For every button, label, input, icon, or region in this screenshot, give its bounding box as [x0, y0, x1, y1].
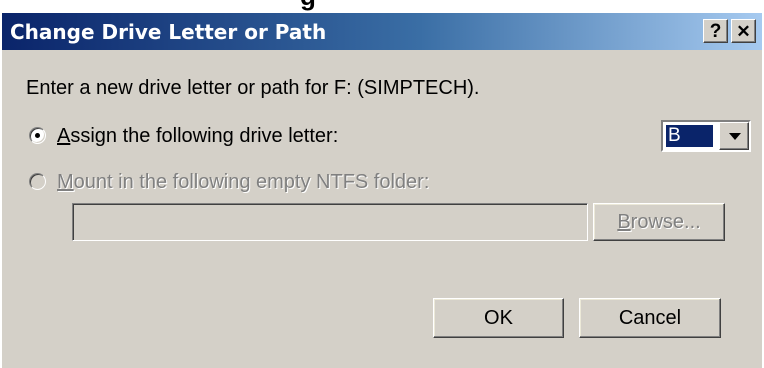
assign-letter-accel: A — [57, 125, 71, 147]
ok-label: OK — [484, 307, 513, 329]
close-button[interactable]: ✕ — [731, 19, 756, 43]
cancel-button[interactable]: Cancel — [579, 298, 721, 338]
assign-letter-label[interactable]: Assign the following drive letter: — [57, 125, 338, 148]
folder-path-input[interactable] — [72, 203, 588, 241]
assign-letter-radio[interactable] — [29, 127, 46, 144]
prompt-text: Enter a new drive letter or path for F: … — [26, 77, 480, 99]
browse-button[interactable]: Browse... — [593, 203, 725, 241]
drive-letter-combobox[interactable]: B — [661, 120, 751, 152]
drive-letter-value: B — [665, 124, 714, 148]
mount-folder-radio[interactable] — [29, 173, 46, 190]
cancel-label: Cancel — [618, 307, 682, 329]
title-bar[interactable]: Change Drive Letter or Path ? ✕ — [2, 13, 762, 50]
help-button[interactable]: ? — [703, 19, 728, 43]
window-title: Change Drive Letter or Path — [10, 20, 327, 44]
assign-letter-label-text: ssign the following drive letter: — [70, 125, 339, 147]
dropdown-button[interactable] — [719, 122, 749, 150]
chevron-down-icon — [729, 133, 741, 140]
dialog-window: Change Drive Letter or Path ? ✕ Enter a … — [2, 13, 762, 368]
help-icon: ? — [709, 21, 722, 42]
mount-folder-accel: M — [57, 171, 74, 193]
mount-folder-label-text: ount in the following empty NTFS folder: — [73, 171, 430, 193]
close-icon: ✕ — [736, 22, 751, 41]
mount-folder-label[interactable]: Mount in the following empty NTFS folder… — [57, 171, 429, 194]
radio-selected-dot — [35, 133, 40, 138]
cropped-title-fragment: g — [300, 0, 316, 12]
browse-label: rowse... — [630, 211, 701, 233]
ok-button[interactable]: OK — [433, 298, 564, 338]
browse-accel: B — [617, 211, 631, 233]
